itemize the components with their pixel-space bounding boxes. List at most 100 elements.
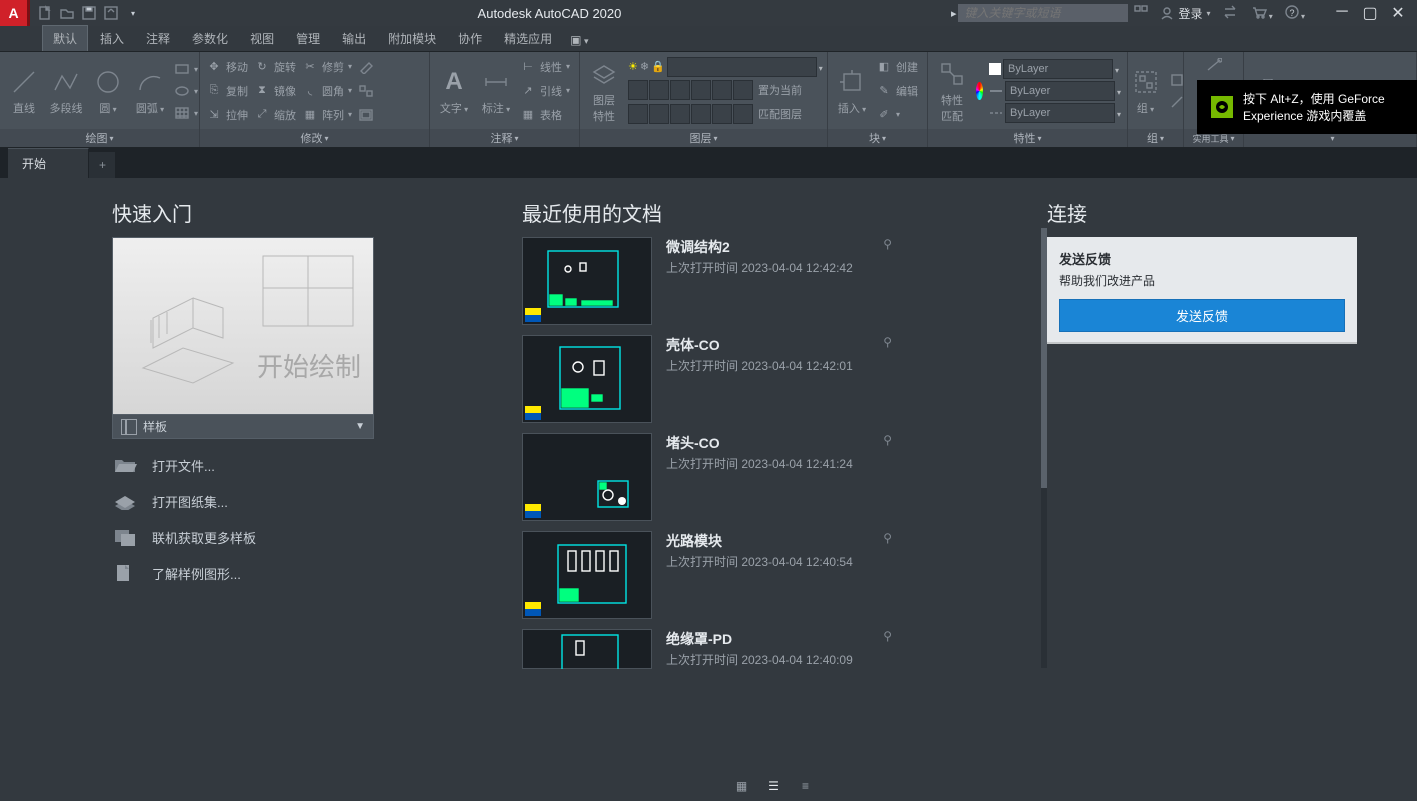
panel-modify-title[interactable]: 修改	[200, 129, 429, 147]
tool-block-insert[interactable]: 插入	[834, 66, 870, 116]
tab-default[interactable]: 默认	[42, 25, 88, 51]
account-icon[interactable]	[1134, 5, 1148, 22]
tool-hatch[interactable]	[174, 102, 198, 124]
search-input[interactable]	[958, 4, 1128, 22]
tool-line[interactable]: 直线	[6, 66, 42, 116]
exchange-icon[interactable]	[1223, 5, 1239, 22]
filetab-add[interactable]: +	[89, 152, 115, 178]
ltype-bylayer[interactable]: ByLayer	[989, 103, 1121, 123]
cart-icon[interactable]	[1251, 5, 1273, 22]
util-1[interactable]	[1206, 54, 1222, 76]
link-open-file[interactable]: 打开文件...	[112, 455, 500, 475]
tab-expand[interactable]: ▣	[564, 29, 594, 51]
tool-rect[interactable]	[174, 58, 198, 80]
tool-leader[interactable]: ↗引线	[520, 80, 570, 102]
tool-scale[interactable]: ⤢缩放	[254, 104, 296, 126]
filetab-start[interactable]: 开始	[8, 148, 89, 178]
pin-icon[interactable]: ⚲	[883, 629, 892, 643]
tool-block-edit[interactable]: ✎编辑	[876, 80, 918, 102]
recent-item[interactable]: ⚲ 微调结构2 上次打开时间 2023-04-04 12:42:42	[522, 237, 892, 325]
pin-icon[interactable]: ⚲	[883, 335, 892, 349]
tab-featured[interactable]: 精选应用	[494, 26, 562, 51]
recent-thumb	[522, 531, 652, 619]
tool-ellipse[interactable]	[174, 80, 198, 102]
saveas-icon[interactable]	[102, 4, 120, 22]
tool-offset[interactable]	[358, 104, 374, 126]
template-bar[interactable]: 样板 ▼	[112, 415, 374, 439]
recent-item[interactable]: ⚲ 壳体-CO 上次打开时间 2023-04-04 12:42:01	[522, 335, 892, 423]
view-grid-icon[interactable]: ▦	[733, 779, 751, 793]
help-icon[interactable]: ?	[1285, 5, 1305, 22]
tab-parametric[interactable]: 参数化	[182, 26, 238, 51]
tool-circle[interactable]: 圆	[90, 66, 126, 116]
open-icon[interactable]	[58, 4, 76, 22]
tool-props-match[interactable]: 特性 匹配	[934, 58, 970, 124]
view-list-icon[interactable]: ☰	[765, 779, 783, 793]
tool-dimension[interactable]: 标注	[478, 66, 514, 116]
tool-group[interactable]: 组	[1128, 66, 1164, 116]
tool-table[interactable]: ▦表格	[520, 104, 570, 126]
maximize-button[interactable]: ▢	[1357, 3, 1383, 23]
tab-output[interactable]: 输出	[332, 26, 376, 51]
new-icon[interactable]	[36, 4, 54, 22]
panel-block-title[interactable]: 块	[828, 129, 927, 147]
save-icon[interactable]	[80, 4, 98, 22]
panel-annotate-title[interactable]: 注释	[430, 129, 579, 147]
tool-fillet[interactable]: ◟圆角	[302, 80, 352, 102]
group-tool-2[interactable]	[1170, 91, 1184, 113]
tool-erase[interactable]	[358, 56, 374, 78]
tool-block-attr[interactable]: ✐	[876, 104, 918, 126]
color-wheel-icon[interactable]	[976, 82, 983, 100]
app-menu-button[interactable]: A	[0, 0, 30, 26]
tool-move[interactable]: ✥移动	[206, 56, 248, 78]
tool-copy[interactable]: ⎘复制	[206, 80, 248, 102]
tab-collaborate[interactable]: 协作	[448, 26, 492, 51]
link-open-sheet[interactable]: 打开图纸集...	[112, 491, 500, 511]
tool-block-create[interactable]: ◧创建	[876, 56, 918, 78]
link-learn-templates[interactable]: 了解样例图形...	[112, 563, 500, 583]
tool-mirror[interactable]: ⧗镜像	[254, 80, 296, 102]
layer-selector[interactable]: ☀❄🔒	[628, 57, 823, 77]
tab-addins[interactable]: 附加模块	[378, 26, 446, 51]
tab-view[interactable]: 视图	[240, 26, 284, 51]
layer-tools-row[interactable]: 置为当前	[628, 79, 823, 101]
tab-manage[interactable]: 管理	[286, 26, 330, 51]
tool-rotate[interactable]: ↻旋转	[254, 56, 296, 78]
link-online-templates[interactable]: 联机获取更多样板	[112, 527, 500, 547]
tool-layer-props[interactable]: 图层 特性	[586, 58, 622, 124]
tool-arc[interactable]: 圆弧	[132, 66, 168, 116]
tool-trim[interactable]: ✂修剪	[302, 56, 352, 78]
tab-insert[interactable]: 插入	[90, 26, 134, 51]
panel-group-title[interactable]: 组	[1128, 129, 1183, 147]
recent-item[interactable]: ⚲ 绝缘罩-PD 上次打开时间 2023-04-04 12:40:09	[522, 629, 892, 669]
view-detail-icon[interactable]: ≡	[797, 779, 815, 793]
group-tool-1[interactable]	[1170, 69, 1184, 91]
panel-props-title[interactable]: 特性	[928, 129, 1127, 147]
recent-item[interactable]: ⚲ 光路模块 上次打开时间 2023-04-04 12:40:54	[522, 531, 892, 619]
minimize-button[interactable]: ─	[1329, 3, 1355, 23]
lweight-bylayer[interactable]: ByLayer	[989, 81, 1121, 101]
tool-linear[interactable]: ⊢线性	[520, 56, 570, 78]
close-button[interactable]: ✕	[1385, 3, 1411, 23]
search-go-icon[interactable]: ▸	[951, 7, 957, 20]
tool-text[interactable]: A文字	[436, 66, 472, 116]
qa-dropdown-icon[interactable]	[124, 4, 142, 22]
user-icon[interactable]: 登录 ▾	[1160, 5, 1210, 22]
tool-array[interactable]: ▦阵列	[302, 104, 352, 126]
panel-draw-title[interactable]: 绘图	[0, 129, 199, 147]
recent-scrollbar[interactable]	[1041, 228, 1047, 668]
feedback-button[interactable]: 发送反馈	[1059, 299, 1345, 332]
recent-item[interactable]: ⚲ 堵头-CO 上次打开时间 2023-04-04 12:41:24	[522, 433, 892, 521]
panel-layers-title[interactable]: 图层	[580, 129, 827, 147]
login-label: 登录	[1178, 5, 1202, 22]
tool-stretch[interactable]: ⇲拉伸	[206, 104, 248, 126]
tool-explode[interactable]	[358, 80, 374, 102]
color-bylayer[interactable]: ByLayer	[989, 59, 1121, 79]
pin-icon[interactable]: ⚲	[883, 433, 892, 447]
pin-icon[interactable]: ⚲	[883, 237, 892, 251]
layer-match-row[interactable]: 匹配图层	[628, 103, 823, 125]
pin-icon[interactable]: ⚲	[883, 531, 892, 545]
tab-annotate[interactable]: 注释	[136, 26, 180, 51]
tool-polyline[interactable]: 多段线	[48, 66, 84, 116]
start-drawing-card[interactable]: 开始绘制	[112, 237, 374, 415]
